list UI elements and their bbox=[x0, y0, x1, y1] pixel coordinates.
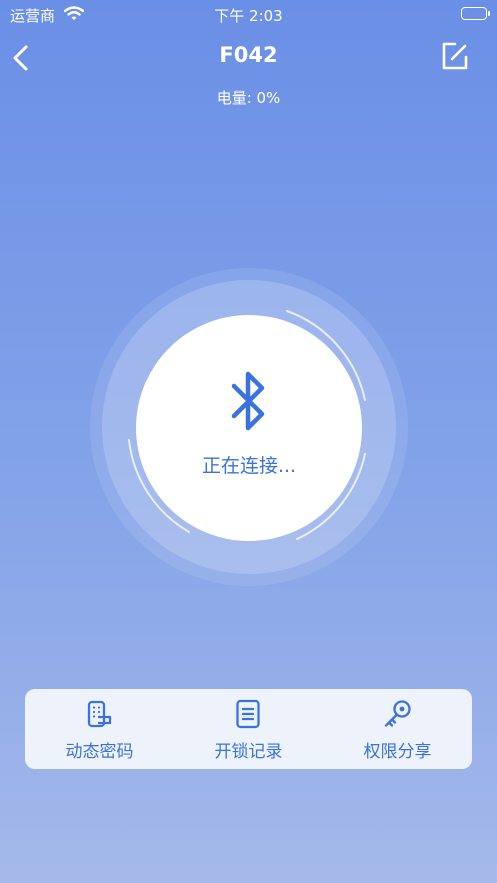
keypad-lock-icon bbox=[87, 700, 112, 728]
battery-level: 电量: 0% bbox=[216, 89, 281, 107]
unlock-records-button[interactable]: 开锁记录 bbox=[174, 689, 323, 769]
status-time: 下午 2:03 bbox=[214, 7, 283, 25]
document-icon bbox=[236, 699, 260, 729]
page-title: F042 bbox=[219, 43, 278, 67]
bluetooth-icon bbox=[231, 371, 265, 431]
key-icon bbox=[384, 700, 411, 727]
navigation-bar: F042 bbox=[0, 36, 497, 80]
connection-status: 正在连接... bbox=[201, 455, 297, 477]
connect-button[interactable]: 正在连接... bbox=[136, 315, 362, 541]
unlock-records-label: 开锁记录 bbox=[214, 742, 283, 762]
action-panel: 动态密码 开锁记录 权限分享 bbox=[25, 689, 472, 769]
battery-icon bbox=[461, 7, 490, 20]
dynamic-password-button[interactable]: 动态密码 bbox=[25, 689, 174, 769]
permission-share-button[interactable]: 权限分享 bbox=[323, 689, 472, 769]
edit-button[interactable] bbox=[439, 40, 471, 72]
dynamic-password-label: 动态密码 bbox=[65, 742, 134, 762]
edit-icon bbox=[442, 42, 468, 70]
status-bar: 运营商 下午 2:03 bbox=[0, 0, 497, 28]
permission-share-label: 权限分享 bbox=[363, 742, 432, 762]
